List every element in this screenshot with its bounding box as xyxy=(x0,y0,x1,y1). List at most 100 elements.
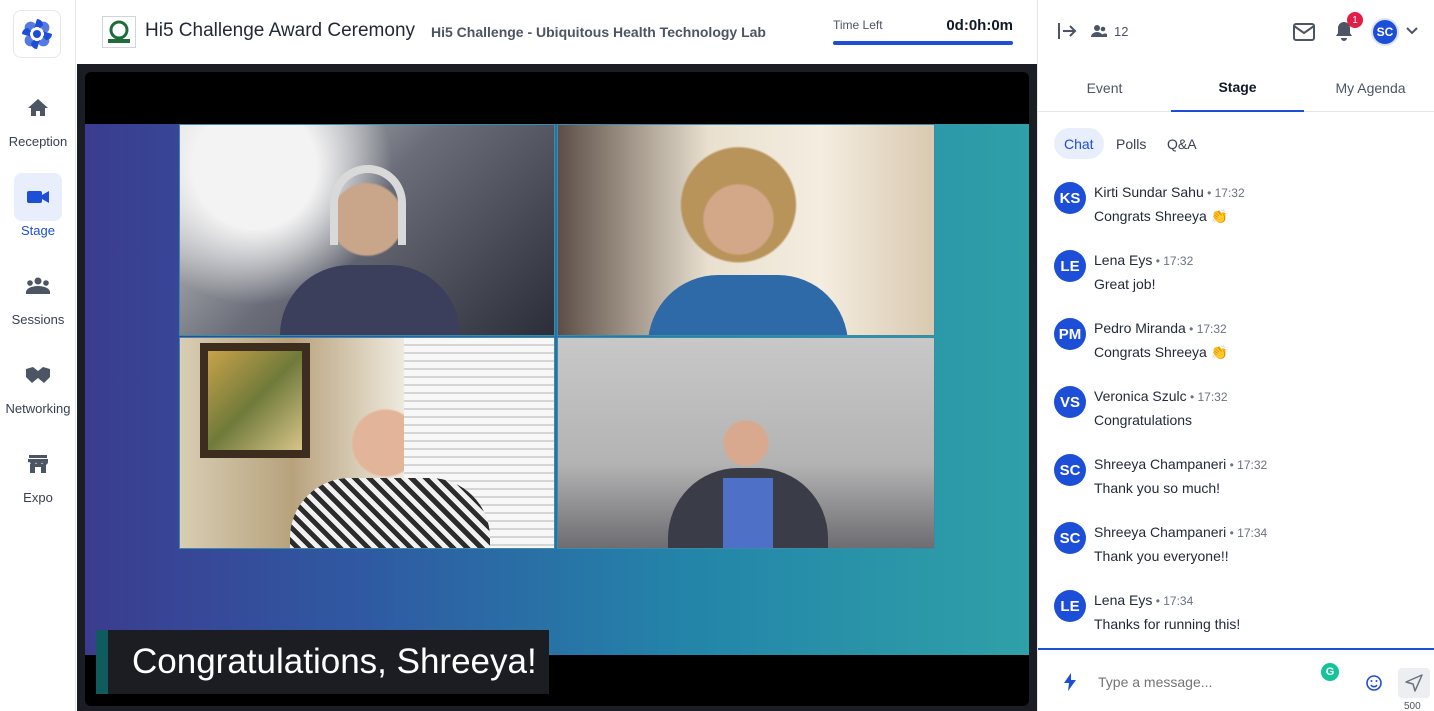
message-author[interactable]: Pedro Miranda xyxy=(1094,320,1186,336)
nav-item-stage[interactable]: Stage xyxy=(0,173,76,253)
message-time: 17:32 xyxy=(1214,186,1245,200)
logo-icon xyxy=(22,19,52,49)
app-logo[interactable] xyxy=(13,10,61,58)
grammarly-icon[interactable]: G xyxy=(1321,663,1339,681)
send-button[interactable] xyxy=(1398,668,1430,698)
nav-item-sessions[interactable]: Sessions xyxy=(0,262,76,342)
video-tile-4[interactable] xyxy=(557,337,935,549)
time-left-label: Time Left xyxy=(833,18,883,32)
left-sidebar: Reception Stage Sessions Networking Expo xyxy=(0,0,76,711)
lightning-icon[interactable] xyxy=(1062,672,1078,692)
stage-banner: Congratulations, Shreeya! xyxy=(85,124,1029,694)
nav-item-expo[interactable]: Expo xyxy=(0,440,76,520)
nav-label-networking: Networking xyxy=(5,401,71,416)
nav-label-sessions: Sessions xyxy=(11,312,65,327)
video-tile-3[interactable] xyxy=(179,337,555,549)
subtab-qa[interactable]: Q&A xyxy=(1157,128,1207,159)
attendee-count: 12 xyxy=(1114,24,1129,39)
message-time: 17:32 xyxy=(1197,390,1228,404)
nav-label-stage: Stage xyxy=(21,223,55,238)
nav-item-networking[interactable]: Networking xyxy=(0,351,76,431)
mail-icon[interactable] xyxy=(1293,21,1315,43)
chat-message: PM Pedro Miranda • 17:32 Congrats Shreey… xyxy=(1054,312,1424,372)
message-author[interactable]: Veronica Szulc xyxy=(1094,388,1187,404)
message-time-separator: • xyxy=(1152,594,1164,608)
subtab-polls[interactable]: Polls xyxy=(1106,128,1156,159)
stage-area: Congratulations, Shreeya! xyxy=(77,64,1037,711)
message-time: 17:32 xyxy=(1196,322,1227,336)
chat-message: KS Kirti Sundar Sahu • 17:32 Congrats Sh… xyxy=(1054,176,1424,236)
send-icon xyxy=(1405,674,1423,692)
event-logo xyxy=(102,16,136,48)
avatar[interactable]: SC xyxy=(1054,454,1086,486)
message-time-separator: • xyxy=(1152,254,1164,268)
video-tile-1[interactable] xyxy=(179,124,555,336)
app-window: Reception Stage Sessions Networking Expo xyxy=(0,0,1434,711)
chat-message-list[interactable]: KS Kirti Sundar Sahu • 17:32 Congrats Sh… xyxy=(1038,176,1434,646)
avatar[interactable]: LE xyxy=(1054,590,1086,622)
chat-message: SC Shreeya Champaneri • 17:34 Thank you … xyxy=(1054,516,1424,576)
right-panel-toolbar: 12 1 SC xyxy=(1038,0,1434,64)
emoji-icon[interactable] xyxy=(1365,674,1383,692)
tab-event[interactable]: Event xyxy=(1038,64,1171,112)
message-time: 17:34 xyxy=(1237,526,1268,540)
message-text: Thank you everyone!! xyxy=(1094,548,1229,564)
message-author[interactable]: Shreeya Champaneri xyxy=(1094,456,1226,472)
message-input[interactable] xyxy=(1098,674,1318,690)
avatar[interactable]: KS xyxy=(1054,182,1086,214)
nav-label-expo: Expo xyxy=(23,490,53,505)
message-time-separator: • xyxy=(1226,458,1238,472)
time-left-progress-bar xyxy=(833,41,1013,45)
people-icon xyxy=(1090,22,1108,40)
user-avatar[interactable]: SC xyxy=(1371,18,1399,46)
message-text: Thank you so much! xyxy=(1094,480,1221,496)
chat-message: SC Shreeya Champaneri • 17:32 Thank you … xyxy=(1054,448,1424,508)
chat-composer: G 500 xyxy=(1038,648,1434,711)
event-title: Hi5 Challenge Award Ceremony xyxy=(145,20,416,41)
video-camera-icon xyxy=(14,173,62,221)
group-icon xyxy=(14,262,62,310)
avatar[interactable]: PM xyxy=(1054,318,1086,350)
nav-label-reception: Reception xyxy=(8,134,68,149)
nav-item-reception[interactable]: Reception xyxy=(0,84,76,164)
handshake-icon xyxy=(14,351,62,399)
stage-video-frame[interactable]: Congratulations, Shreeya! xyxy=(85,72,1029,706)
panel-tabs: Event Stage My Agenda xyxy=(1038,64,1434,112)
subtab-chat[interactable]: Chat xyxy=(1054,128,1104,159)
message-text: Great job! xyxy=(1094,276,1156,292)
message-author[interactable]: Lena Eys xyxy=(1094,592,1152,608)
character-limit: 500 xyxy=(1404,701,1421,711)
message-text: Thanks for running this! xyxy=(1094,616,1241,632)
notification-badge: 1 xyxy=(1347,12,1363,28)
video-tile-2[interactable] xyxy=(557,124,935,336)
chat-message: VS Veronica Szulc • 17:32 Congratulation… xyxy=(1054,380,1424,440)
tab-my-agenda[interactable]: My Agenda xyxy=(1304,64,1434,112)
avatar[interactable]: SC xyxy=(1054,522,1086,554)
avatar[interactable]: LE xyxy=(1054,250,1086,282)
chat-message: LE Lena Eys • 17:34 Thanks for running t… xyxy=(1054,584,1424,644)
message-time: 17:34 xyxy=(1163,594,1194,608)
message-author[interactable]: Kirti Sundar Sahu xyxy=(1094,184,1204,200)
message-time: 17:32 xyxy=(1237,458,1268,472)
collapse-panel-icon[interactable] xyxy=(1056,20,1078,42)
avatar[interactable]: VS xyxy=(1054,386,1086,418)
chat-message: LE Lena Eys • 17:32 Great job! xyxy=(1054,244,1424,304)
chevron-down-icon[interactable] xyxy=(1405,24,1419,38)
tab-stage[interactable]: Stage xyxy=(1171,64,1304,112)
stage-caption: Congratulations, Shreeya! xyxy=(96,630,549,694)
message-time-separator: • xyxy=(1226,526,1238,540)
organizer-name: Hi5 Challenge - Ubiquitous Health Techno… xyxy=(431,24,766,40)
message-time-separator: • xyxy=(1203,186,1215,200)
right-panel: 12 1 SC Event Stage My Agenda Chat Polls… xyxy=(1037,0,1434,711)
message-time-separator: • xyxy=(1185,322,1197,336)
home-icon xyxy=(14,84,62,132)
message-text: Congrats Shreeya 👏 xyxy=(1094,344,1229,360)
store-icon xyxy=(14,440,62,488)
message-author[interactable]: Shreeya Champaneri xyxy=(1094,524,1226,540)
top-header: Hi5 Challenge Award Ceremony Hi5 Challen… xyxy=(77,0,1037,64)
message-time: 17:32 xyxy=(1163,254,1194,268)
message-text: Congrats Shreeya 👏 xyxy=(1094,208,1229,224)
message-time-separator: • xyxy=(1186,390,1198,404)
time-left-value: 0d:0h:0m xyxy=(946,17,1013,34)
message-author[interactable]: Lena Eys xyxy=(1094,252,1152,268)
